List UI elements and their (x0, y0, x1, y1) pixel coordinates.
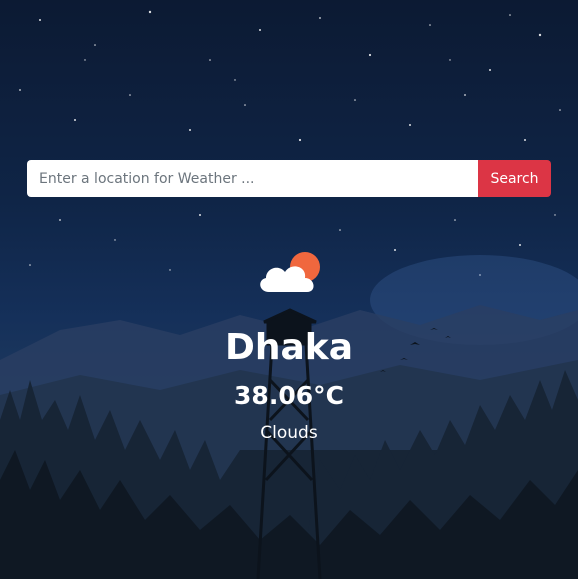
temperature: 38.06°C (234, 381, 344, 410)
search-bar: Search (27, 160, 551, 197)
weather-description: Clouds (260, 423, 318, 443)
search-button[interactable]: Search (478, 160, 551, 197)
location-search-input[interactable] (27, 160, 478, 197)
stars (19, 10, 561, 276)
cloud-sun-icon (260, 252, 320, 292)
city-name: Dhaka (224, 327, 354, 368)
